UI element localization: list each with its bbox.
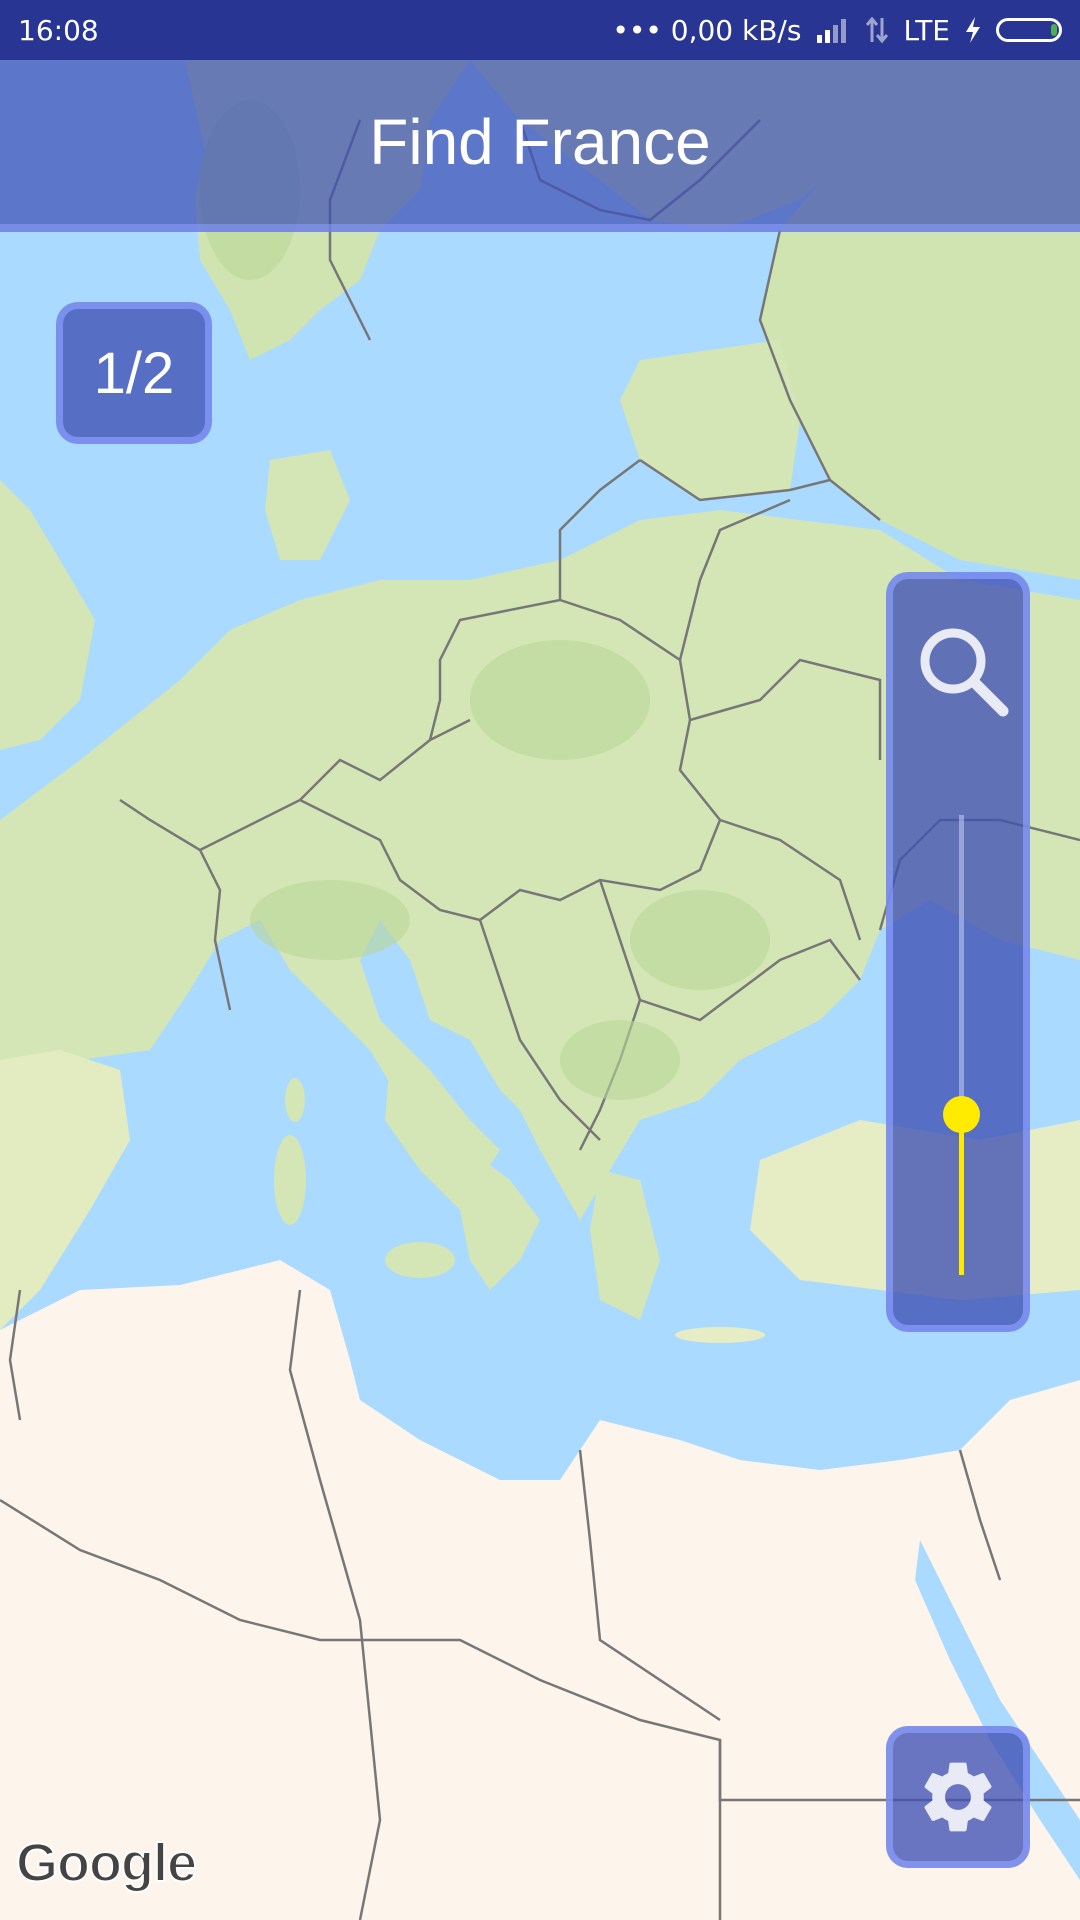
network-type: LTE [903, 13, 950, 47]
zoom-slider-fill [959, 1114, 964, 1275]
gear-icon [924, 1762, 992, 1832]
island-sicily [385, 1242, 455, 1278]
counter-text: 1/2 [93, 340, 175, 406]
data-arrows-icon [866, 16, 889, 44]
island-sardinia [274, 1135, 306, 1225]
status-bar: 16:08 ••• 0,00 kB/s LTE [0, 0, 1080, 60]
island-crete [675, 1327, 765, 1343]
status-time: 16:08 [18, 13, 99, 47]
search-icon[interactable] [913, 621, 1013, 721]
battery-icon [996, 18, 1062, 42]
google-logo[interactable]: Google [15, 1832, 198, 1894]
zoom-slider-handle[interactable] [943, 1096, 980, 1133]
question-counter: 1/2 [56, 302, 212, 444]
settings-button[interactable] [886, 1726, 1030, 1868]
charging-icon [966, 17, 980, 43]
title-bar: Find France [0, 60, 1080, 232]
page-title: Find France [369, 106, 711, 178]
zoom-panel [886, 572, 1030, 1332]
signal-icon [817, 19, 847, 43]
net-speed: ••• 0,00 kB/s [612, 13, 802, 47]
status-indicators: ••• 0,00 kB/s LTE [612, 14, 1062, 47]
island-corsica [285, 1078, 305, 1122]
